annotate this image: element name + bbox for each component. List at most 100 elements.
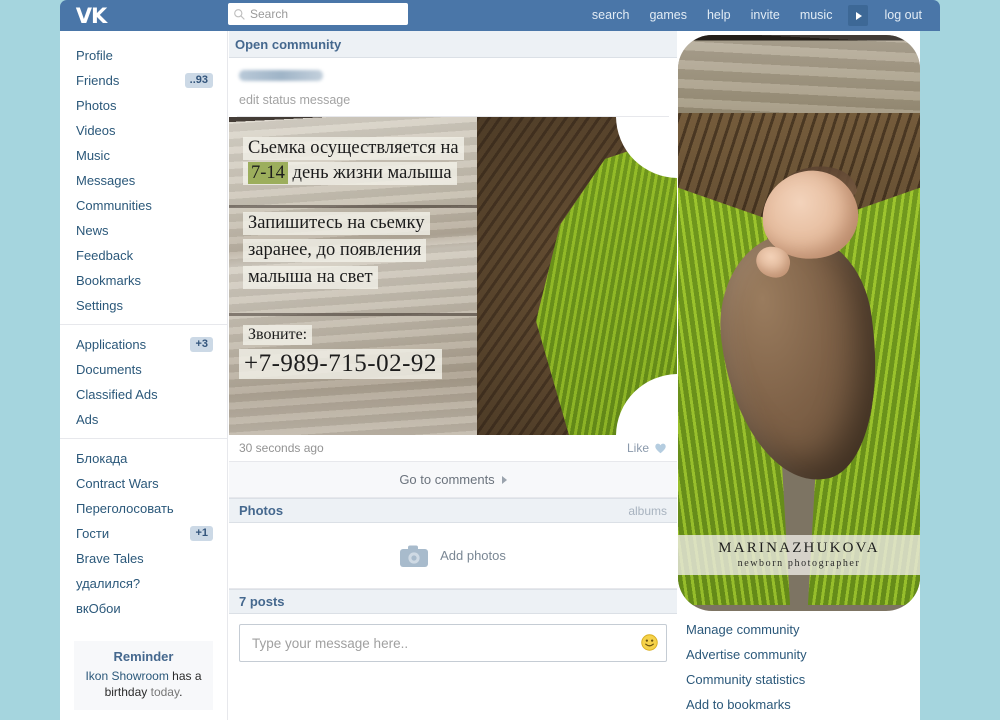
search-input[interactable] [246, 6, 403, 22]
vk-logo-icon[interactable]: VK [60, 0, 122, 31]
sidebar-item-news[interactable]: News [60, 218, 227, 243]
baby-wrap-blanket [709, 224, 891, 490]
camera-icon [400, 545, 429, 567]
reminder-person-link[interactable]: Ikon Showroom [85, 669, 168, 683]
sidebar-item-label: Communities [76, 198, 152, 213]
top-navigation: search games help invite music log out [582, 0, 932, 31]
watermark-role: newborn photographer [737, 558, 861, 569]
advertise-community-link[interactable]: Advertise community [682, 642, 920, 667]
topnav-item-help[interactable]: help [697, 0, 741, 31]
sidebar-item-label: Documents [76, 362, 142, 377]
sidebar-item-label: Brave Tales [76, 551, 144, 566]
poster-line-5: малыша на свет [243, 266, 378, 289]
post-meta-bar: 30 seconds ago Like [229, 435, 677, 462]
add-to-bookmarks-link[interactable]: Add to bookmarks [682, 692, 920, 717]
sidebar-item-documents[interactable]: Documents [60, 357, 227, 382]
reminder-period: . [179, 685, 183, 699]
sidebar-item-gosti[interactable]: Гости +1 [60, 521, 227, 546]
go-to-comments-button[interactable]: Go to comments [229, 462, 677, 498]
chevron-right-icon [501, 475, 507, 484]
sidebar-item-label: Music [76, 148, 110, 163]
topnav-item-music[interactable]: music [790, 0, 843, 31]
sidebar-item-messages[interactable]: Messages [60, 168, 227, 193]
status-block: edit status message [229, 58, 677, 116]
sidebar-item-ads[interactable]: Ads [60, 407, 227, 432]
reminder-box: Reminder Ikon Showroom has a birthday to… [74, 641, 213, 710]
sidebar-item-feedback[interactable]: Feedback [60, 243, 227, 268]
edit-status-message-link[interactable]: edit status message [239, 93, 350, 116]
sidebar-item-label: вкОбои [76, 601, 121, 616]
reminder-title: Reminder [113, 649, 174, 664]
sidebar-item-label: удалился? [76, 576, 141, 591]
composer-box[interactable] [239, 624, 667, 662]
poster-line-4: заранее, до появления [243, 239, 427, 262]
poster-line-3: Запишитесь на сьемку [243, 212, 430, 235]
sidebar-item-music[interactable]: Music [60, 143, 227, 168]
sidebar-group-apps: Applications +3 Documents Classified Ads… [60, 324, 227, 438]
sidebar-item-label: Videos [76, 123, 116, 138]
sidebar-item-label: Settings [76, 298, 123, 313]
go-to-comments-label: Go to comments [399, 472, 495, 487]
sidebar-item-classified-ads[interactable]: Classified Ads [60, 382, 227, 407]
sidebar-item-friends[interactable]: Friends ..93 [60, 68, 227, 93]
sidebar-item-label: Profile [76, 48, 113, 63]
applications-badge: +3 [190, 337, 213, 352]
logout-link[interactable]: log out [874, 0, 932, 31]
sidebar-item-applications[interactable]: Applications +3 [60, 332, 227, 357]
sidebar-item-photos[interactable]: Photos [60, 93, 227, 118]
center-column: Open community edit status message Сьемк… [229, 31, 677, 662]
sidebar-item-udalilsya[interactable]: удалился? [60, 571, 227, 596]
community-statistics-link[interactable]: Community statistics [682, 667, 920, 692]
topnav-item-invite[interactable]: invite [741, 0, 790, 31]
sidebar-item-perevolosovat[interactable]: Переголосовать [60, 496, 227, 521]
reminder-text: Ikon Showroom has a birthday today. [80, 668, 207, 700]
poster-call-label: Звоните: [243, 325, 313, 345]
topnav-item-games[interactable]: games [639, 0, 697, 31]
photo-watermark: MARINAZHUKOVA newborn photographer [678, 535, 920, 575]
sidebar-item-label: Friends [76, 73, 120, 88]
add-photos-button[interactable]: Add photos [229, 523, 677, 589]
sidebar-item-label: News [76, 223, 109, 238]
posts-count-title: 7 posts [239, 594, 285, 609]
message-input[interactable] [250, 634, 636, 652]
search-box[interactable] [228, 3, 408, 25]
sidebar-item-label: Ads [76, 412, 99, 427]
smiley-icon[interactable] [641, 634, 658, 651]
search-icon [234, 8, 245, 20]
sidebar-item-settings[interactable]: Settings [60, 293, 227, 318]
sidebar-item-blokada[interactable]: Блокада [60, 446, 227, 471]
page-body: Profile Friends ..93 Photos Videos Music… [60, 31, 920, 720]
photos-section-title: Photos [239, 503, 284, 518]
sidebar-item-vkoboi[interactable]: вкОбои [60, 596, 227, 621]
sidebar-item-label: Feedback [76, 248, 134, 263]
sidebar-item-bookmarks[interactable]: Bookmarks [60, 268, 227, 293]
sidebar-item-communities[interactable]: Communities [60, 193, 227, 218]
left-sidebar: Profile Friends ..93 Photos Videos Music… [60, 31, 228, 720]
topnav-item-search[interactable]: search [582, 0, 640, 31]
sidebar-item-profile[interactable]: Profile [60, 43, 227, 68]
photos-section-header: Photos albums [229, 498, 677, 523]
post-image[interactable]: Сьемка осуществляется на 7-14 день жизни… [229, 117, 677, 435]
posts-section-header: 7 posts [229, 589, 677, 614]
sidebar-item-label: Messages [76, 173, 136, 188]
poster-line-1: Сьемка осуществляется на [243, 137, 464, 160]
sidebar-item-label: Блокада [76, 451, 128, 466]
sidebar-item-label: Photos [76, 98, 117, 113]
like-button[interactable]: Like [627, 441, 667, 455]
right-column: MARINAZHUKOVA newborn photographer Manag… [678, 31, 920, 717]
sidebar-group-main: Profile Friends ..93 Photos Videos Music… [60, 43, 227, 324]
sidebar-item-videos[interactable]: Videos [60, 118, 227, 143]
manage-community-link[interactable]: Manage community [682, 617, 920, 642]
friends-badge: ..93 [184, 73, 213, 88]
poster-line-2-rest: день жизни малыша [287, 163, 452, 183]
community-header-bar: Open community [229, 31, 677, 58]
play-triangle-icon[interactable] [848, 5, 869, 26]
sidebar-item-label: Переголосовать [76, 501, 174, 516]
sidebar-item-label: Гости [76, 526, 110, 541]
community-avatar-photo[interactable]: MARINAZHUKOVA newborn photographer [678, 35, 920, 611]
sidebar-item-brave-tales[interactable]: Brave Tales [60, 546, 227, 571]
poster-highlight: 7-14 [248, 162, 288, 184]
albums-link[interactable]: albums [628, 504, 667, 518]
top-header-bar: VK search games help invite music log ou… [60, 0, 940, 31]
sidebar-item-contract-wars[interactable]: Contract Wars [60, 471, 227, 496]
